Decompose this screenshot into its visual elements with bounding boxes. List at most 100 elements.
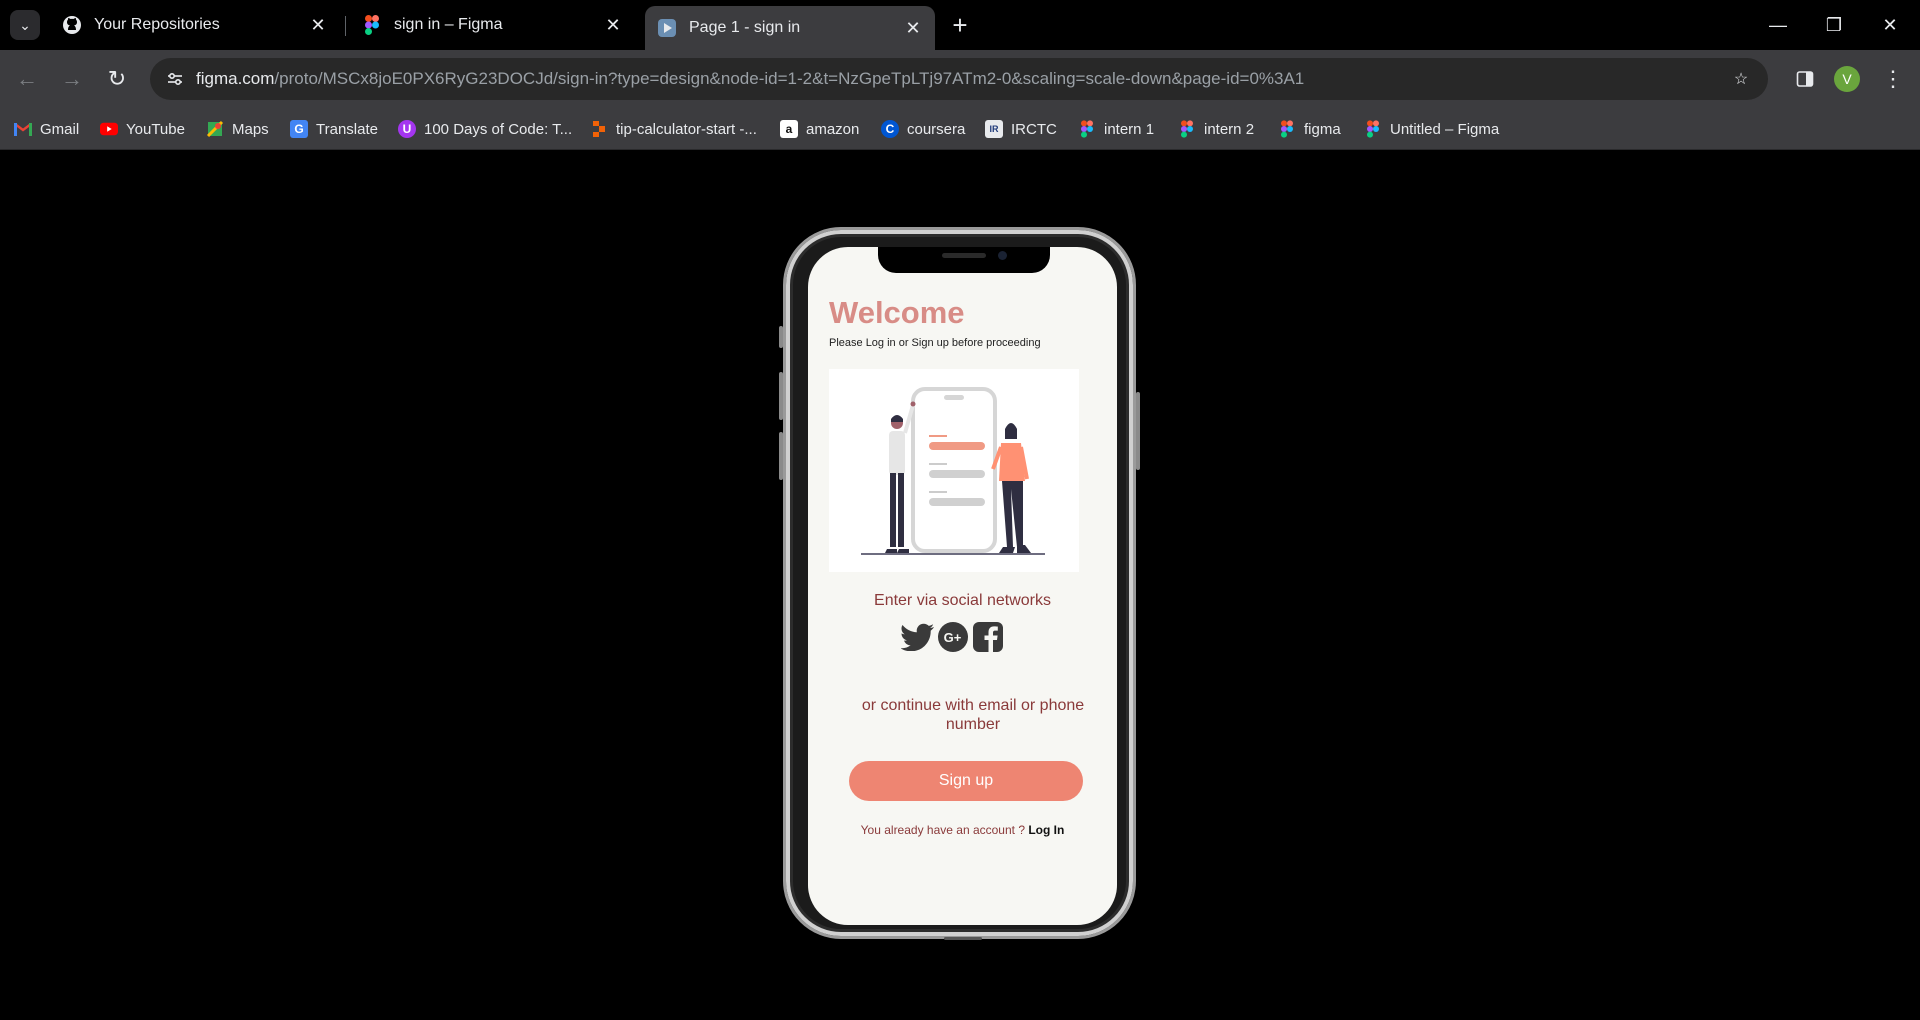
phone-notch (878, 247, 1050, 273)
figma-icon (1178, 120, 1196, 138)
facebook-icon[interactable] (971, 620, 1005, 654)
bookmark-coursera[interactable]: C coursera (881, 116, 965, 142)
close-icon: ✕ (1882, 14, 1898, 35)
udemy-icon: U (398, 120, 416, 138)
login-prompt-text: You already have an account ? (860, 823, 1025, 837)
tab-search-button[interactable]: ⌄ (10, 10, 40, 40)
home-indicator (944, 937, 982, 940)
bookmark-gmail[interactable]: Gmail (14, 116, 79, 142)
log-in-link[interactable]: Log In (1028, 823, 1064, 837)
figma-icon (362, 15, 382, 35)
bookmark-label: coursera (907, 120, 966, 138)
sign-up-button[interactable]: Sign up (849, 761, 1083, 801)
bookmark-label: Maps (232, 120, 269, 138)
bookmark-intern-2[interactable]: intern 2 (1178, 116, 1254, 142)
bookmark-label: 100 Days of Code: T... (424, 120, 573, 138)
bookmark-maps[interactable]: Maps (206, 116, 269, 142)
new-tab-button[interactable]: + (945, 10, 975, 40)
close-tab-icon[interactable]: ✕ (308, 15, 328, 35)
close-window-button[interactable]: ✕ (1862, 0, 1918, 50)
welcome-title: Welcome (829, 295, 965, 330)
tab-title: Your Repositories (94, 16, 220, 33)
tab-title: sign in – Figma (394, 16, 503, 33)
bookmark-youtube[interactable]: YouTube (100, 116, 185, 142)
mute-switch (779, 326, 783, 348)
restore-button[interactable]: ❐ (1806, 0, 1862, 50)
arrow-right-icon: → (61, 66, 83, 91)
bookmark-label: amazon (806, 120, 860, 138)
figma-icon (1364, 120, 1382, 138)
gmail-icon (14, 120, 32, 138)
minimize-button[interactable]: — (1750, 0, 1806, 50)
reload-icon: ↻ (107, 66, 127, 91)
reload-button[interactable]: ↻ (100, 62, 134, 96)
bookmark-figma[interactable]: figma (1278, 116, 1341, 142)
prototype-viewer: Welcome Please Log in or Sign up before … (0, 151, 1920, 1020)
bookmark-irctc[interactable]: IR IRCTC (985, 116, 1057, 142)
coursera-icon: C (881, 120, 899, 138)
figma-proto-icon (657, 18, 677, 38)
front-camera (998, 251, 1007, 260)
plus-icon: + (952, 9, 968, 40)
volume-up-button (779, 372, 783, 420)
restore-icon: ❐ (1825, 14, 1843, 35)
bookmark-intern-1[interactable]: intern 1 (1078, 116, 1154, 142)
back-button[interactable]: ← (10, 62, 44, 96)
amazon-icon: a (780, 120, 798, 138)
signin-illustration (829, 369, 1079, 572)
bookmarks-bar: Gmail YouTube Maps G Translate U 100 Day… (0, 108, 1920, 150)
volume-down-button (779, 432, 783, 480)
bookmark-label: intern 1 (1104, 120, 1155, 138)
side-panel-icon (1796, 71, 1814, 87)
bookmark-label: figma (1304, 120, 1341, 138)
bookmark-label: YouTube (126, 120, 185, 138)
bookmark-translate[interactable]: G Translate (290, 116, 378, 142)
browser-toolbar: ← → ↻ figma.com/proto/MSCx8joE0PX6RyG23D… (0, 50, 1920, 108)
login-prompt: You already have an account ? Log In (808, 823, 1117, 837)
tab-page-1-sign-in[interactable]: Page 1 - sign in ✕ (645, 6, 935, 50)
site-info-icon[interactable] (160, 64, 190, 94)
minimize-icon: — (1769, 14, 1787, 35)
tab-separator (345, 16, 346, 36)
power-button (1136, 392, 1140, 470)
forward-button[interactable]: → (55, 62, 89, 96)
svg-text:G+: G+ (944, 630, 962, 645)
irctc-icon: IR (985, 120, 1003, 138)
bookmark-tip-calculator[interactable]: tip-calculator-start -... (590, 116, 757, 142)
bookmark-label: Gmail (40, 120, 80, 138)
bookmark-label: Translate (316, 120, 378, 138)
bookmark-star-icon[interactable]: ☆ (1728, 66, 1754, 92)
tab-your-repositories[interactable]: Your Repositories ✕ (50, 8, 340, 42)
replit-icon (590, 120, 608, 138)
url-text: figma.com/proto/MSCx8joE0PX6RyG23DOCJd/s… (196, 58, 1304, 100)
google-plus-icon[interactable]: G+ (936, 620, 970, 654)
bookmark-label: tip-calculator-start -... (616, 120, 757, 138)
welcome-subtitle: Please Log in or Sign up before proceedi… (829, 337, 1041, 349)
maps-icon (206, 120, 224, 138)
address-bar[interactable]: figma.com/proto/MSCx8joE0PX6RyG23DOCJd/s… (150, 58, 1768, 100)
side-panel-button[interactable] (1788, 62, 1822, 96)
phone-frame: Welcome Please Log in or Sign up before … (779, 227, 1140, 940)
social-networks-label: Enter via social networks (874, 592, 1051, 609)
speaker-grille (942, 253, 986, 258)
bookmark-label: intern 2 (1204, 120, 1255, 138)
bookmark-label: Untitled – Figma (1390, 120, 1500, 138)
continue-with-email-label: or continue with email or phone number (861, 697, 1085, 733)
tab-sign-in-figma[interactable]: sign in – Figma ✕ (350, 8, 635, 42)
bookmark-amazon[interactable]: a amazon (780, 116, 859, 142)
bookmark-untitled-figma[interactable]: Untitled – Figma (1364, 116, 1499, 142)
figma-icon (1078, 120, 1096, 138)
twitter-icon[interactable] (901, 620, 935, 654)
youtube-icon (100, 120, 118, 138)
phone-screen: Welcome Please Log in or Sign up before … (808, 247, 1117, 925)
chevron-down-icon: ⌄ (19, 16, 31, 33)
translate-icon: G (290, 120, 308, 138)
profile-avatar[interactable]: V (1834, 66, 1860, 92)
arrow-left-icon: ← (16, 66, 38, 91)
bookmark-100-days[interactable]: U 100 Days of Code: T... (398, 116, 572, 142)
menu-button[interactable]: ⋮ (1876, 62, 1910, 96)
more-vert-icon: ⋮ (1882, 66, 1904, 91)
bookmark-label: IRCTC (1011, 120, 1057, 138)
close-tab-icon[interactable]: ✕ (603, 15, 623, 35)
close-tab-icon[interactable]: ✕ (903, 18, 923, 38)
